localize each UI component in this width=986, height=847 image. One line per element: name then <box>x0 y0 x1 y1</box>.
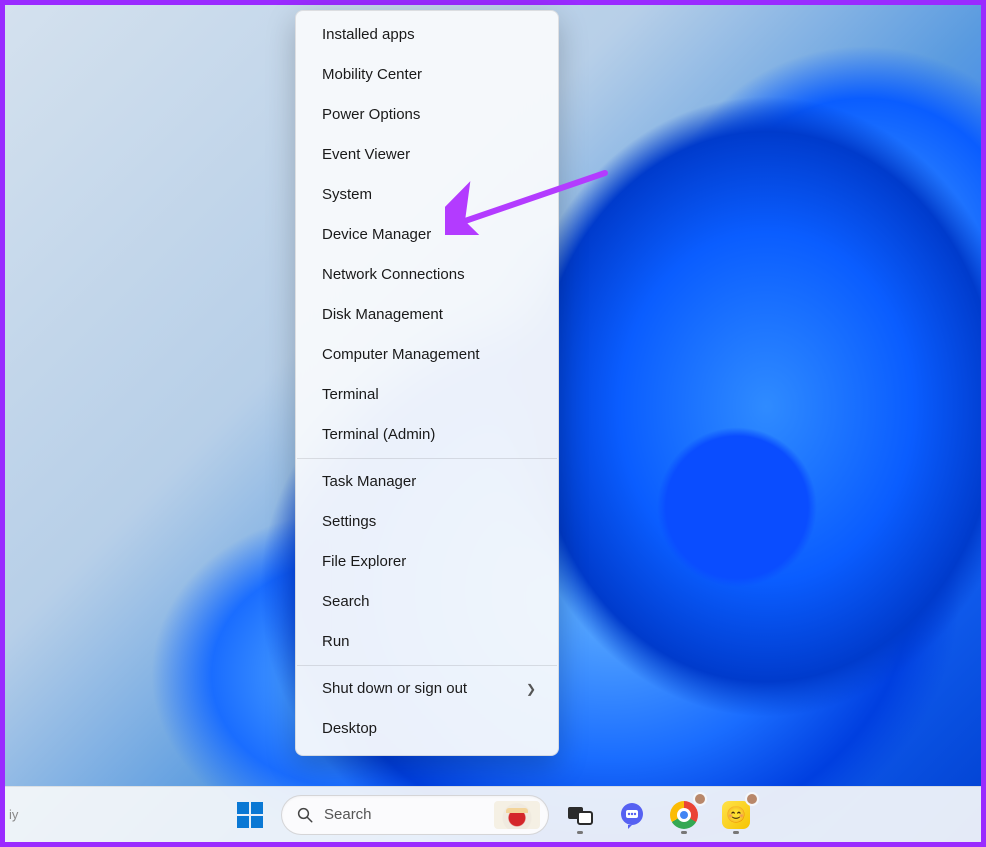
ctx-label: Installed apps <box>322 15 415 55</box>
search-placeholder: Search <box>324 806 484 823</box>
profile-badge-icon <box>745 792 759 806</box>
ctx-label: System <box>322 175 372 215</box>
ctx-item-settings[interactable]: Settings <box>296 502 558 542</box>
ctx-label: Settings <box>322 502 376 542</box>
ctx-item-system[interactable]: System <box>296 175 558 215</box>
ctx-item-network-connections[interactable]: Network Connections <box>296 255 558 295</box>
ctx-item-file-explorer[interactable]: File Explorer <box>296 542 558 582</box>
ctx-item-power-options[interactable]: Power Options <box>296 95 558 135</box>
ctx-item-terminal-admin[interactable]: Terminal (Admin) <box>296 415 558 455</box>
ctx-label: Shut down or sign out <box>322 669 467 709</box>
ctx-item-disk-management[interactable]: Disk Management <box>296 295 558 335</box>
ctx-label: Power Options <box>322 95 420 135</box>
ctx-separator <box>297 458 557 459</box>
ctx-label: Desktop <box>322 709 377 749</box>
running-indicator <box>733 831 739 834</box>
ctx-label: Mobility Center <box>322 55 422 95</box>
ctx-item-event-viewer[interactable]: Event Viewer <box>296 135 558 175</box>
running-indicator <box>577 831 583 834</box>
ctx-label: Search <box>322 582 370 622</box>
taskbar: iy Search 😊 <box>5 786 981 842</box>
ctx-label: Event Viewer <box>322 135 410 175</box>
ctx-separator <box>297 665 557 666</box>
search-icon <box>296 806 314 824</box>
ctx-item-search[interactable]: Search <box>296 582 558 622</box>
ctx-label: File Explorer <box>322 542 406 582</box>
ctx-item-desktop[interactable]: Desktop <box>296 709 558 749</box>
ctx-item-shutdown-signout[interactable]: Shut down or sign out ❯ <box>296 669 558 709</box>
ctx-item-terminal[interactable]: Terminal <box>296 375 558 415</box>
app-button[interactable]: 😊 <box>715 794 757 836</box>
winx-context-menu: Installed apps Mobility Center Power Opt… <box>295 10 559 756</box>
ctx-item-run[interactable]: Run <box>296 622 558 662</box>
ctx-label: Run <box>322 622 350 662</box>
chrome-button[interactable] <box>663 794 705 836</box>
chat-icon <box>618 801 646 829</box>
windows-logo-icon <box>237 802 263 828</box>
ctx-item-installed-apps[interactable]: Installed apps <box>296 15 558 55</box>
running-indicator <box>681 831 687 834</box>
ctx-item-device-manager[interactable]: Device Manager <box>296 215 558 255</box>
search-highlight-icon <box>494 801 540 829</box>
profile-badge-icon <box>693 792 707 806</box>
taskbar-truncated-text: iy <box>9 786 18 842</box>
ctx-item-computer-management[interactable]: Computer Management <box>296 335 558 375</box>
ctx-label: Device Manager <box>322 215 431 255</box>
ctx-label: Computer Management <box>322 335 480 375</box>
chevron-right-icon: ❯ <box>526 669 536 709</box>
app-icon: 😊 <box>722 801 750 829</box>
task-view-button[interactable] <box>559 794 601 836</box>
ctx-label: Network Connections <box>322 255 465 295</box>
ctx-label: Terminal <box>322 375 379 415</box>
start-button[interactable] <box>229 794 271 836</box>
chat-button[interactable] <box>611 794 653 836</box>
ctx-label: Disk Management <box>322 295 443 335</box>
chrome-icon <box>670 801 698 829</box>
ctx-label: Task Manager <box>322 462 416 502</box>
ctx-item-mobility-center[interactable]: Mobility Center <box>296 55 558 95</box>
ctx-label: Terminal (Admin) <box>322 415 435 455</box>
ctx-item-task-manager[interactable]: Task Manager <box>296 462 558 502</box>
task-view-icon <box>567 804 593 826</box>
taskbar-search[interactable]: Search <box>281 795 549 835</box>
